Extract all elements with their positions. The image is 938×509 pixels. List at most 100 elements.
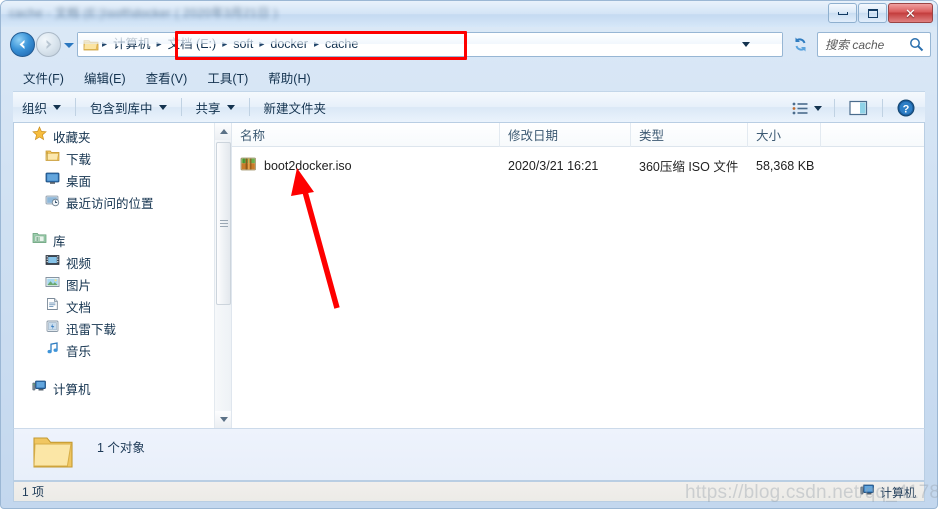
status-right-group: 计算机: [860, 482, 916, 503]
share-label: 共享: [195, 101, 221, 116]
nav-group-computer: 计算机: [14, 377, 231, 399]
cell-size: 58,368 KB: [756, 158, 815, 173]
sidebar-item-pictures[interactable]: 图片: [14, 273, 231, 295]
sidebar-label: 最近访问的位置: [66, 196, 154, 211]
forward-button[interactable]: [36, 32, 61, 57]
share-button[interactable]: 共享: [187, 95, 244, 120]
maximize-button[interactable]: [858, 3, 887, 23]
status-bar: 1 项 计算机: [13, 481, 925, 502]
menu-item-view[interactable]: 查看(V): [136, 65, 198, 90]
breadcrumb-separator[interactable]: ▸: [258, 39, 265, 50]
search-box[interactable]: 搜索 cache: [817, 32, 931, 57]
sidebar-item-downloads[interactable]: 下载: [14, 147, 231, 169]
breadcrumb-separator[interactable]: ▸: [221, 39, 228, 50]
folder-download-icon: [45, 149, 60, 168]
file-name-label: boot2docker.iso: [264, 158, 352, 173]
sidebar-item-computer[interactable]: 计算机: [14, 377, 231, 399]
nav-group-libraries: 库 视频 图片 文档 迅雷下载 音乐: [14, 229, 231, 361]
preview-pane-button[interactable]: [843, 98, 874, 118]
cell-name[interactable]: boot2docker.iso: [232, 156, 500, 175]
sidebar-item-desktop[interactable]: 桌面: [14, 169, 231, 191]
sidebar-label: 收藏夹: [53, 130, 91, 145]
close-icon: ✕: [905, 5, 916, 21]
cell-type: 360压缩 ISO 文件: [639, 160, 739, 174]
breadcrumb-separator[interactable]: ▸: [313, 39, 320, 50]
breadcrumb-separator[interactable]: ▸: [156, 39, 163, 50]
music-icon: [45, 341, 60, 360]
column-header-name[interactable]: 名称: [232, 123, 500, 147]
address-history-dropdown[interactable]: [736, 33, 756, 56]
sidebar-label: 迅雷下载: [66, 322, 117, 337]
menu-item-file[interactable]: 文件(F): [13, 65, 74, 90]
column-header-date-modified[interactable]: 修改日期: [500, 123, 631, 147]
breadcrumb-item-0[interactable]: 计算机: [108, 36, 156, 53]
sidebar-item-thunder-download[interactable]: 迅雷下载: [14, 317, 231, 339]
recent-locations-dropdown[interactable]: [64, 43, 74, 48]
triangle-up-icon: [219, 129, 228, 134]
toolbar-separator: [180, 98, 182, 116]
scroll-up-button[interactable]: [215, 123, 231, 140]
navigation-pane[interactable]: 收藏夹 下载 桌面 最近访问的位置 库 视频 图片 文档 迅雷下载 音乐 计算机: [14, 123, 232, 428]
sidebar-label: 音乐: [66, 344, 92, 359]
triangle-down-icon: [219, 417, 228, 422]
sidebar-item-documents[interactable]: 文档: [14, 295, 231, 317]
back-button[interactable]: [10, 32, 35, 57]
refresh-icon: [795, 37, 806, 52]
minimize-button[interactable]: [828, 3, 857, 23]
address-bar[interactable]: ▸ 计算机 ▸ 文档 (E:) ▸ soft ▸ docker ▸ cache: [77, 32, 783, 57]
file-list-pane[interactable]: 名称 修改日期 类型 大小 boot2docker.iso 2020/3/21 …: [232, 123, 924, 428]
preview-pane-icon: [849, 100, 868, 116]
column-header-blank: [821, 123, 921, 147]
scrollbar-thumb[interactable]: [216, 142, 231, 305]
column-header-type[interactable]: 类型: [631, 123, 748, 147]
sidebar-item-recent-places[interactable]: 最近访问的位置: [14, 191, 231, 213]
menu-item-edit[interactable]: 编辑(E): [74, 65, 136, 90]
breadcrumb-item-1[interactable]: 文档 (E:): [163, 36, 222, 53]
thunder-download-icon: [45, 319, 60, 338]
sidebar-label: 库: [53, 234, 66, 249]
chevron-down-icon: [814, 105, 822, 111]
include-in-library-button[interactable]: 包含到库中: [81, 95, 176, 120]
breadcrumb-separator[interactable]: ▸: [101, 39, 108, 50]
new-folder-button[interactable]: 新建文件夹: [255, 95, 336, 120]
folder-icon: [83, 38, 99, 52]
refresh-button[interactable]: [789, 32, 812, 57]
help-button[interactable]: ?: [891, 97, 921, 119]
desktop-icon: [45, 171, 60, 190]
sidebar-item-libraries[interactable]: 库: [14, 229, 231, 251]
organize-button[interactable]: 组织: [13, 95, 70, 120]
nav-group-favorites: 收藏夹 下载 桌面 最近访问的位置: [14, 125, 231, 213]
change-view-button[interactable]: [787, 99, 826, 118]
sidebar-item-favorites[interactable]: 收藏夹: [14, 125, 231, 147]
menu-item-help[interactable]: 帮助(H): [258, 65, 320, 90]
title-bar[interactable]: cache - 文档 (E:)\soft\docker ( 2020年3月21日…: [1, 1, 937, 27]
table-row[interactable]: boot2docker.iso 2020/3/21 16:21 360压缩 IS…: [232, 153, 924, 178]
sidebar-scrollbar[interactable]: [214, 123, 231, 428]
sidebar-item-videos[interactable]: 视频: [14, 251, 231, 273]
toolbar-separator: [248, 98, 250, 116]
sidebar-label: 计算机: [53, 382, 91, 397]
archive-iso-icon: [240, 156, 257, 175]
scroll-down-button[interactable]: [215, 411, 231, 428]
breadcrumb-item-2[interactable]: soft: [228, 36, 258, 53]
include-in-library-label: 包含到库中: [90, 101, 153, 116]
status-item-count: 1 项: [22, 485, 45, 499]
column-header-size[interactable]: 大小: [748, 123, 821, 147]
sidebar-label: 图片: [66, 278, 92, 293]
menu-item-tools[interactable]: 工具(T): [197, 65, 258, 90]
svg-text:?: ?: [903, 104, 910, 116]
toolbar-separator: [75, 98, 77, 116]
chevron-down-icon: [742, 42, 750, 47]
breadcrumb-item-4[interactable]: cache: [320, 36, 363, 53]
search-input[interactable]: 搜索 cache: [825, 36, 884, 53]
command-toolbar: 组织 包含到库中 共享 新建文件夹 ?: [13, 91, 925, 123]
close-button[interactable]: ✕: [888, 3, 933, 23]
help-icon: ?: [897, 99, 915, 117]
back-arrow-icon: [19, 40, 25, 49]
breadcrumb-item-3[interactable]: docker: [265, 36, 313, 53]
minimize-icon: [837, 11, 848, 15]
computer-icon: [32, 379, 47, 398]
sidebar-label: 桌面: [66, 174, 92, 189]
sidebar-item-music[interactable]: 音乐: [14, 339, 231, 361]
